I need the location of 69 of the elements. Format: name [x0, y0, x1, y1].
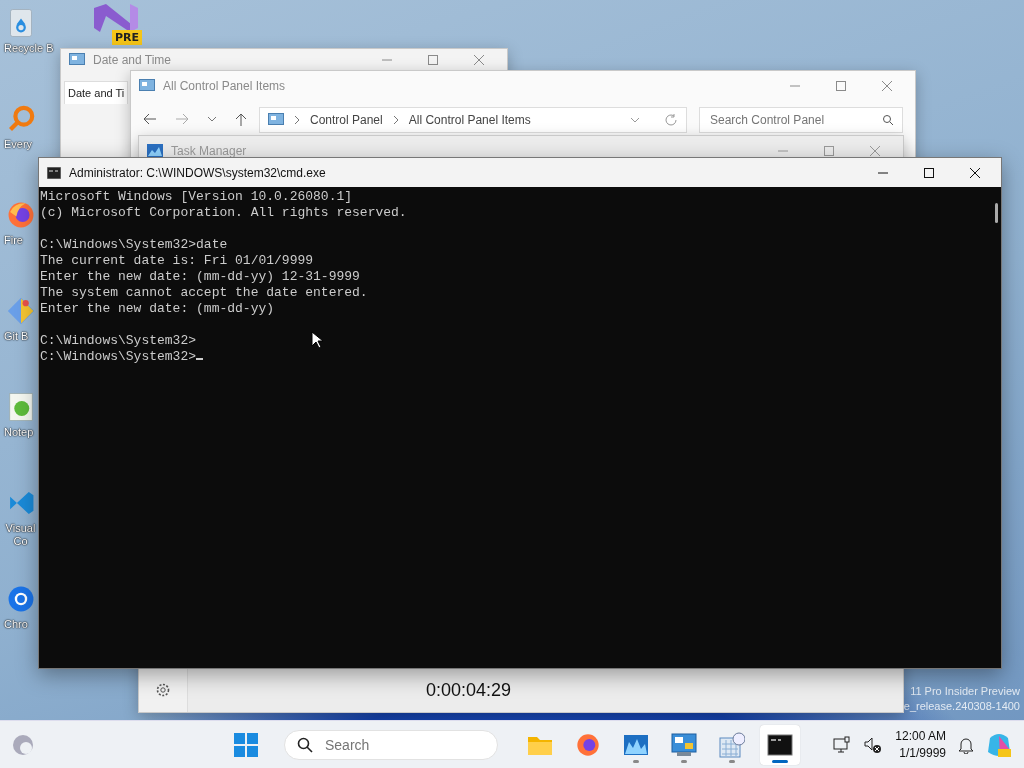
notepad-icon[interactable]	[7, 392, 35, 422]
control-panel-icon[interactable]	[671, 732, 697, 757]
desktop-icon-label[interactable]: Every	[4, 138, 33, 151]
console-line: Enter the new date: (mm-dd-yy)	[40, 301, 275, 316]
console-line: Enter the new date: (mm-dd-yy) 12-31-9999	[40, 269, 360, 284]
taskbar-search-box[interactable]: Search	[284, 729, 498, 760]
preview-badge: PRE	[112, 30, 143, 45]
control-panel-icon	[139, 79, 155, 93]
desktop-icon-label[interactable]: Visual Co	[4, 522, 37, 548]
watermark-text: e_release.240308-1400	[903, 699, 1020, 714]
chevron-right-icon	[392, 115, 399, 125]
console-line: The current date is: Fri 01/01/9999	[40, 253, 314, 268]
app-logo-icon[interactable]	[92, 2, 140, 34]
breadcrumb-item[interactable]: All Control Panel Items	[408, 113, 531, 127]
close-icon[interactable]	[969, 166, 981, 179]
console-line: The system cannot accept the date entered.	[40, 285, 368, 300]
browser-icon[interactable]	[7, 584, 35, 614]
performance-graph-icon[interactable]	[623, 733, 649, 756]
console-line: (c) Microsoft Corporation. All rights reserved.	[40, 205, 407, 220]
window-title: Administrator: C:\WINDOWS\system32\cmd.exe	[69, 165, 327, 180]
console-line: Microsoft Windows [Version 10.0.26080.1]	[40, 189, 353, 204]
chevron-right-icon	[294, 115, 300, 125]
clock-time[interactable]: 12:00 AM	[895, 727, 946, 745]
desktop-icon-label[interactable]: Git B	[4, 330, 29, 343]
network-monitor-icon[interactable]	[833, 735, 852, 754]
search-icon	[297, 736, 313, 753]
settings-icon[interactable]	[155, 682, 171, 698]
taskbar-search-field[interactable]: Search	[323, 735, 485, 754]
text-cursor	[196, 358, 204, 360]
control-panel-icon	[69, 53, 85, 67]
search-field[interactable]: Search Control Panel	[708, 112, 882, 128]
maximize-icon[interactable]	[923, 166, 935, 179]
chevron-down-icon[interactable]	[630, 115, 640, 125]
back-arrow-icon[interactable]	[143, 113, 157, 125]
clock-date[interactable]: 1/1/9999	[899, 744, 946, 762]
desktop-icon-label[interactable]: Recycle B	[4, 42, 54, 55]
desktop-icon-label[interactable]: Fire	[4, 234, 23, 247]
bell-icon[interactable]	[958, 735, 974, 754]
mouse-pointer-icon	[311, 331, 323, 349]
breadcrumb-item[interactable]: Control Panel	[310, 113, 383, 127]
watermark-text: 11 Pro Insider Preview	[910, 684, 1020, 699]
refresh-icon[interactable]	[664, 113, 678, 127]
address-bar[interactable]: Control Panel All Control Panel Items	[259, 107, 687, 133]
control-panel-icon	[268, 113, 284, 127]
browser-icon[interactable]	[576, 732, 600, 757]
command-prompt-icon	[47, 166, 61, 179]
assistant-logo-icon[interactable]	[986, 731, 1012, 758]
forward-arrow-icon[interactable]	[175, 113, 189, 125]
start-button-icon[interactable]	[234, 732, 258, 757]
elapsed-time: 0:00:04:29	[425, 679, 513, 701]
browser-icon[interactable]	[7, 200, 35, 230]
task-manager-icon	[147, 144, 163, 158]
console-line: C:\Windows\System32>date	[40, 237, 228, 252]
up-arrow-icon[interactable]	[235, 113, 247, 127]
window-title: Date and Time	[93, 53, 173, 67]
search-icon	[882, 114, 894, 126]
calendar-clock-icon[interactable]	[719, 731, 745, 758]
search-box[interactable]: Search Control Panel	[699, 107, 903, 133]
console-line: C:\Windows\System32>	[40, 333, 197, 348]
console-line: C:\Windows\System32>	[40, 349, 197, 364]
dialog-tab[interactable]: Date and Ti	[64, 81, 129, 104]
terminal-icon[interactable]	[767, 733, 793, 756]
taskbar-app[interactable]	[760, 724, 800, 765]
desktop-icon-label[interactable]: Chro	[4, 618, 28, 631]
window-title: Task Manager	[171, 144, 248, 158]
scrollbar-thumb[interactable]	[994, 203, 998, 223]
speaker-muted-icon[interactable]	[863, 735, 884, 754]
desktop-icon-label[interactable]: Notep	[4, 426, 34, 439]
window-title: All Control Panel Items	[163, 79, 287, 93]
